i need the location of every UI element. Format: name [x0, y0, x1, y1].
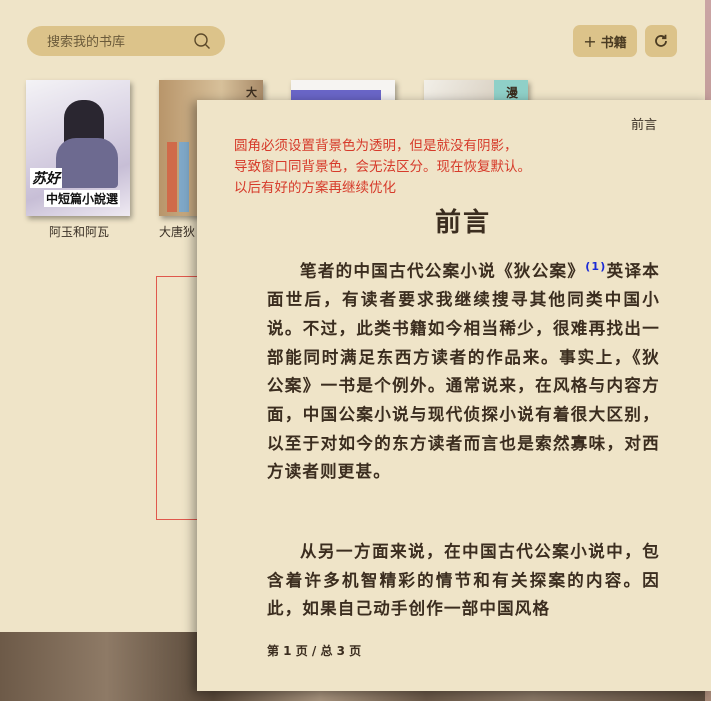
paragraph-text: 笔者的中国古代公案小说《狄公案》 [300, 261, 586, 281]
cover-subtitle: 中短篇小說選 [44, 190, 121, 207]
paragraph: 笔者的中国古代公案小说《狄公案》(1)英译本面世后，有读者要求我继续搜寻其他同类… [267, 253, 660, 487]
dev-notes: 圆角必须设置背景色为透明，但是就没有阴影， 导致窗口同背景色，会无法区分。现在恢… [234, 136, 531, 199]
reader-window: 前言 圆角必须设置背景色为透明，但是就没有阴影， 导致窗口同背景色，会无法区分。… [197, 100, 711, 691]
add-books-button[interactable]: + 书籍 [573, 25, 637, 57]
cover-spine [179, 142, 189, 212]
footnote-link[interactable]: (1) [585, 260, 606, 273]
page-indicator: 第 1 页 / 总 3 页 [267, 644, 362, 658]
book-title: 阿玉和阿瓦 [48, 225, 109, 239]
cover-figure-body [56, 138, 118, 188]
book-cover[interactable]: 苏好 中短篇小說選 [26, 80, 130, 216]
cover-author: 苏好 [30, 168, 62, 188]
search-input[interactable] [45, 26, 189, 58]
search-box[interactable] [27, 26, 225, 58]
refresh-button[interactable] [645, 25, 677, 57]
paragraph-text: 英译本面世后，有读者要求我继续搜寻其他同类中国小说。不过，此类书籍如今相当稀少，… [267, 261, 660, 482]
cover-text: 大 [246, 86, 257, 99]
book-item[interactable]: 苏好 中短篇小說選 阿玉和阿瓦 [26, 80, 132, 240]
chapter-title: 前言 [434, 208, 491, 238]
dev-note-line: 以后有好的方案再继续优化 [234, 180, 396, 196]
plus-icon: + [583, 31, 597, 51]
dev-note-line: 导致窗口同背景色，会无法区分。现在恢复默认。 [234, 159, 531, 175]
dev-note-line: 圆角必须设置背景色为透明，但是就没有阴影， [234, 138, 518, 154]
add-books-label: 书籍 [600, 35, 627, 51]
cover-spine [167, 142, 177, 212]
paragraph: 从另一方面来说，在中国古代公案小说中，包含着许多机智精彩的情节和有关探案的内容。… [267, 542, 660, 619]
search-icon[interactable] [193, 32, 211, 50]
reader-header-title: 前言 [630, 118, 657, 133]
refresh-icon [655, 34, 667, 47]
cover-text: 漫 [505, 86, 518, 100]
